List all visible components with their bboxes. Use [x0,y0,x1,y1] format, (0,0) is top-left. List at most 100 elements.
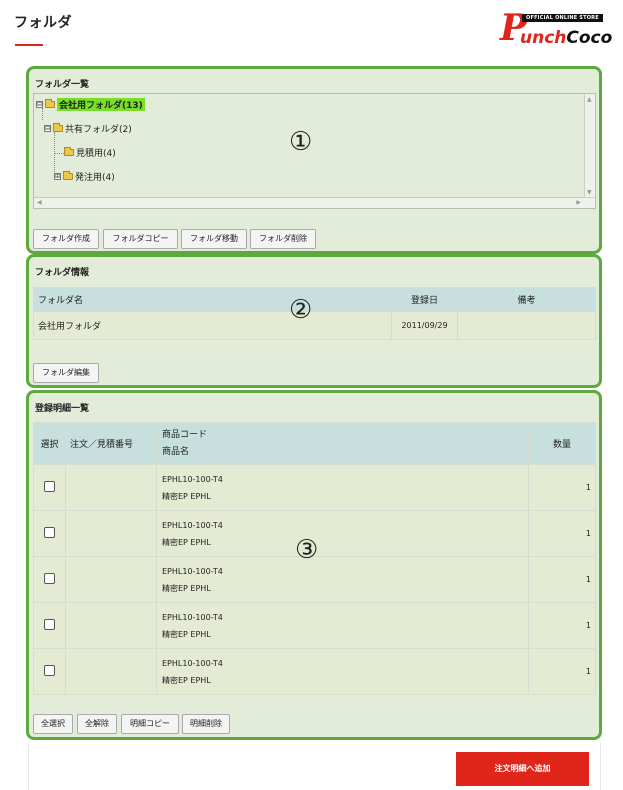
vertical-scrollbar[interactable]: ▲ ▼ [584,94,595,198]
copy-details-button[interactable]: 明細コピー [121,714,179,734]
column-header-note: 備考 [457,287,596,312]
select-cell [33,648,66,695]
folder-tree[interactable]: ⊟ 会社用フォルダ(13) ⊟ 共有フォルダ(2) 見積用(4) ⊞ 発注用(4… [33,93,596,209]
product-code: EPHL10-100-T4 [162,474,223,484]
logo-wordmark-red: unch [520,28,567,48]
collapse-icon[interactable]: ⊟ [44,125,51,132]
tree-item-order-folder[interactable]: ⊞ 発注用(4) [54,170,115,183]
title-underline [15,44,43,46]
folder-name-cell: 会社用フォルダ [33,311,392,340]
scroll-down-icon[interactable]: ▼ [587,189,592,196]
tree-connector [54,153,64,154]
row-checkbox[interactable] [44,572,55,584]
table-header-row: 選択 注文／見積番号 商品コード 商品名 数量 [33,422,596,465]
page-title: フォルダ [14,15,72,31]
column-header-select: 選択 [33,422,66,465]
column-header-folder-name: フォルダ名 [33,287,392,312]
product-name: 精密EP EPHL [162,629,211,639]
tree-item-label: 発注用(4) [75,173,115,183]
order-no-cell [65,464,157,511]
code-name-cell: EPHL10-100-T4 精密EP EPHL [156,648,529,695]
delete-details-button[interactable]: 明細削除 [182,714,230,734]
select-all-button[interactable]: 全選択 [33,714,73,734]
product-name: 精密EP EPHL [162,675,211,685]
divider [600,742,601,790]
select-cell [33,464,66,511]
annotation-number: ① [289,127,313,157]
logo-wordmark-black: Coco [566,28,613,48]
add-to-order-button[interactable]: 注文明細へ追加 [456,752,589,786]
select-cell [33,510,66,557]
row-checkbox[interactable] [44,526,55,538]
logo-wordmark: unchCoco [520,27,612,49]
folder-note-cell [457,311,596,340]
qty-cell: 1 [528,510,596,557]
move-folder-button[interactable]: フォルダ移動 [181,229,247,249]
column-header-qty: 数量 [528,422,596,465]
folder-info-heading: フォルダ情報 [35,268,90,278]
logo-ribbon: OFFICIAL ONLINE STORE [522,14,603,22]
folder-info-table: フォルダ名 登録日 備考 会社用フォルダ 2011/09/29 [33,287,596,340]
expand-icon[interactable]: ⊞ [54,173,61,180]
code-name-cell: EPHL10-100-T4 精密EP EPHL [156,602,529,649]
qty-cell: 1 [528,464,596,511]
order-no-cell [65,510,157,557]
copy-folder-button[interactable]: フォルダコピー [103,229,178,249]
qty-cell: 1 [528,602,596,649]
tree-item-shared-folder[interactable]: ⊟ 共有フォルダ(2) [44,122,132,135]
select-cell [33,556,66,603]
table-row: 会社用フォルダ 2011/09/29 [33,311,596,340]
divider [28,742,29,790]
annotation-number: ③ [295,535,319,565]
tree-item-label: 共有フォルダ(2) [65,125,132,135]
delete-folder-button[interactable]: フォルダ削除 [250,229,316,249]
product-code: EPHL10-100-T4 [162,520,223,530]
brand-logo[interactable]: P OFFICIAL ONLINE STORE unchCoco [500,8,612,50]
detail-list-heading: 登録明細一覧 [35,404,90,414]
product-code: EPHL10-100-T4 [162,612,223,622]
column-header-order-no: 注文／見積番号 [65,422,157,465]
table-row: EPHL10-100-T4 精密EP EPHL 1 [33,602,596,649]
row-checkbox[interactable] [44,664,55,676]
order-no-cell [65,556,157,603]
row-checkbox[interactable] [44,480,55,492]
product-name: 精密EP EPHL [162,583,211,593]
product-name: 精密EP EPHL [162,537,211,547]
code-name-cell: EPHL10-100-T4 精密EP EPHL [156,464,529,511]
scroll-left-icon[interactable]: ◀ [37,199,42,206]
folder-icon [53,123,63,132]
table-row: EPHL10-100-T4 精密EP EPHL 1 [33,464,596,511]
qty-cell: 1 [528,648,596,695]
column-header-code-name: 商品コード 商品名 [156,422,529,465]
order-no-cell [65,602,157,649]
collapse-icon[interactable]: ⊟ [36,101,43,108]
table-row: EPHL10-100-T4 精密EP EPHL 1 [33,648,596,695]
tree-item-quote-folder[interactable]: 見積用(4) [64,146,116,159]
column-header-date: 登録日 [391,287,458,312]
edit-folder-button[interactable]: フォルダ編集 [33,363,99,383]
annotation-number: ② [289,295,313,325]
product-code: EPHL10-100-T4 [162,658,223,668]
code-name-cell: EPHL10-100-T4 精密EP EPHL [156,556,529,603]
select-cell [33,602,66,649]
column-header-code: 商品コード [162,429,208,440]
tree-item-label: 会社用フォルダ(13) [57,98,145,111]
product-name: 精密EP EPHL [162,491,211,501]
folder-list-heading: フォルダ一覧 [35,80,90,90]
scroll-right-icon[interactable]: ▶ [576,199,581,206]
product-code: EPHL10-100-T4 [162,566,223,576]
deselect-all-button[interactable]: 全解除 [77,714,117,734]
column-header-name: 商品名 [162,446,190,457]
scroll-up-icon[interactable]: ▲ [587,96,592,103]
folder-icon [63,171,73,180]
tree-item-company-folder[interactable]: ⊟ 会社用フォルダ(13) [36,98,145,111]
horizontal-scrollbar[interactable]: ◀ ▶ [34,197,595,208]
table-header-row: フォルダ名 登録日 備考 [33,287,596,312]
create-folder-button[interactable]: フォルダ作成 [33,229,99,249]
row-checkbox[interactable] [44,618,55,630]
folder-icon [45,99,55,108]
folder-icon [64,147,74,156]
code-name-cell: EPHL10-100-T4 精密EP EPHL [156,510,529,557]
qty-cell: 1 [528,556,596,603]
order-no-cell [65,648,157,695]
